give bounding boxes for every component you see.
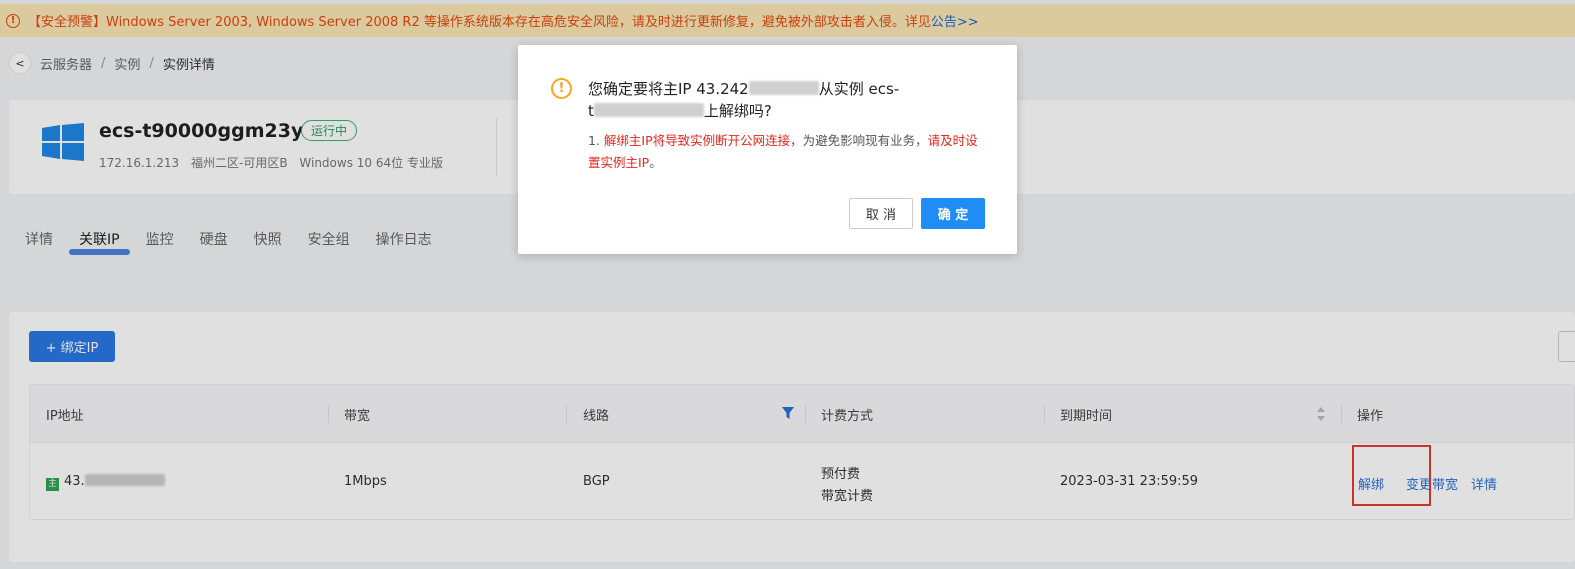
dialog-title-part: 从实例 ecs- [818,80,900,98]
desc-end: 。 [649,155,662,170]
masked-instance-id [593,103,704,117]
masked-ip [748,81,819,95]
desc-prefix: 1. [588,133,604,148]
warning-icon: ! [551,78,572,99]
dialog-description: 1. 解绑主IP将导致实例断开公网连接，为避免影响现有业务，请及时设置实例主IP… [588,130,988,174]
confirm-unbind-dialog: ! 您确定要将主IP 43.242 从实例 ecs- t 上解绑吗? 1. 解绑主I… [518,45,1017,254]
desc-text: ，为避免影响现有业务， [790,133,928,148]
cancel-button[interactable]: 取 消 [849,198,913,229]
dialog-title-part: 上解绑吗? [703,102,772,120]
confirm-button[interactable]: 确 定 [921,198,985,229]
desc-warning: 解绑主IP将导致实例断开公网连接 [603,133,791,148]
dialog-title: 您确定要将主IP 43.242 从实例 ecs- t 上解绑吗? [588,78,908,122]
dialog-title-part: 您确定要将主IP 43.242 [588,80,749,98]
